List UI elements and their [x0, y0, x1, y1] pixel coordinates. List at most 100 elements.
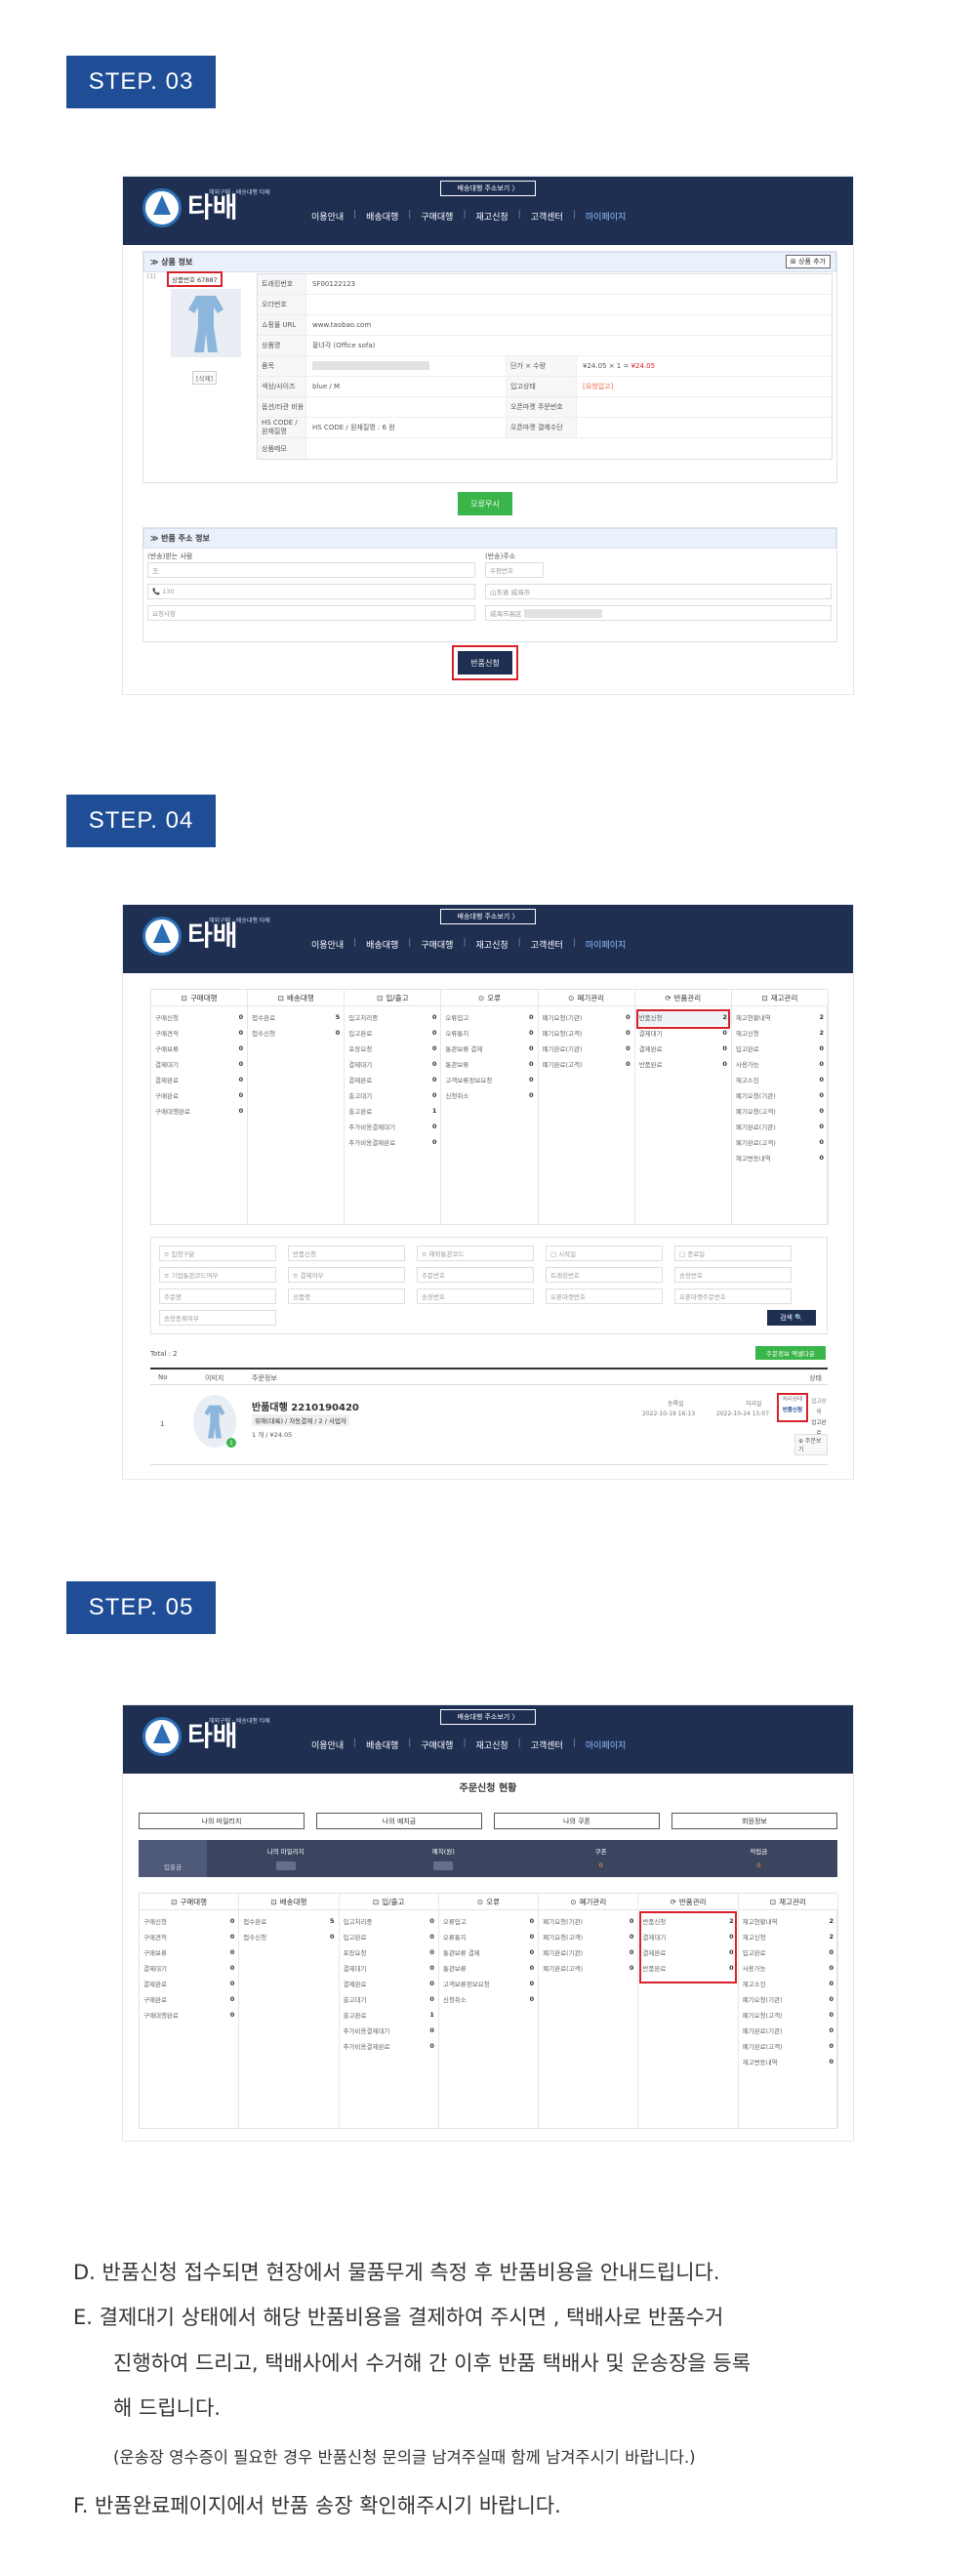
dashboard-item[interactable]: 결제대기 0 — [345, 1056, 440, 1072]
dashboard-column-header[interactable]: ⊡ 입/출고 — [339, 1894, 438, 1910]
dashboard-item[interactable]: 결제대기 0 — [638, 1929, 737, 1944]
dashboard-item[interactable]: 입고처리중 0 — [345, 1009, 440, 1025]
dashboard-item[interactable]: 구매보류 0 — [151, 1041, 247, 1056]
my-coupon-button[interactable]: 나의 쿠폰 — [494, 1813, 660, 1829]
dashboard-item[interactable]: 출고대기 0 — [340, 1991, 438, 2007]
dashboard-item[interactable]: 접수신청 0 — [239, 1929, 338, 1944]
filter-input[interactable]: 트래킹번호 — [546, 1267, 663, 1283]
dashboard-item[interactable]: 결제대기 0 — [151, 1056, 247, 1072]
dashboard-item[interactable]: 추가비용결제완료 0 — [340, 2038, 438, 2054]
dashboard-item[interactable]: 구매신청 0 — [151, 1009, 247, 1025]
dashboard-item[interactable]: 반품신청 2 — [634, 1009, 731, 1025]
dashboard-item[interactable]: 출고대기 0 — [345, 1087, 440, 1103]
filter-input[interactable]: 오픈마켓주문번호 — [674, 1288, 792, 1304]
dashboard-item[interactable]: 출고완료 1 — [345, 1103, 440, 1119]
member-info-button[interactable]: 회원정보 — [671, 1813, 837, 1829]
dashboard-item[interactable]: 입고완료 0 — [739, 1944, 837, 1960]
dashboard-item[interactable]: 통관보류 결제 0 — [441, 1041, 537, 1056]
dashboard-item[interactable]: 구매완료 0 — [151, 1087, 247, 1103]
dashboard-column-header[interactable]: ⊡ 재고관리 — [738, 1894, 837, 1910]
dashboard-item[interactable]: 고객보류정보요청 0 — [439, 1976, 538, 1991]
table-row[interactable]: 1 1 반품대행 2210190420 위해(대륙) / 자동결제 / 2 / … — [150, 1385, 828, 1465]
dashboard-item[interactable]: 입고완료 0 — [732, 1041, 828, 1056]
dashboard-item[interactable]: 오류통지 0 — [439, 1929, 538, 1944]
filter-input[interactable]: 주문번호 — [417, 1267, 534, 1283]
dashboard-item[interactable]: 구매완료 0 — [140, 1991, 238, 2007]
ignore-error-button[interactable]: 오류무시 — [458, 492, 512, 515]
dashboard-item[interactable]: 오류입고 0 — [439, 1913, 538, 1929]
dashboard-item[interactable]: 접수완료 5 — [248, 1009, 344, 1025]
filter-input[interactable]: □ 시작일 — [546, 1246, 663, 1261]
nav-mypage[interactable]: 마이페이지 — [576, 210, 635, 223]
return-address-input[interactable]: 山东省 威海市 — [485, 584, 832, 599]
dashboard-item[interactable]: 통관보류 0 — [441, 1056, 537, 1072]
dashboard-item[interactable]: 결제완료 0 — [340, 1976, 438, 1991]
dashboard-item[interactable]: 입고처리중 0 — [340, 1913, 438, 1929]
dashboard-item[interactable]: 폐기완료(고객) 0 — [539, 1960, 637, 1976]
dashboard-item[interactable]: 재고현황내역 2 — [739, 1913, 837, 1929]
dashboard-column-header[interactable]: ⊡ 입/출고 — [345, 990, 441, 1006]
dashboard-item[interactable]: 접수완료 5 — [239, 1913, 338, 1929]
excel-download-button[interactable]: 주문정보 엑셀다운 — [755, 1346, 826, 1360]
logo[interactable]: 타배 해외구매 · 배송대행 타배 — [142, 917, 270, 956]
nav-support[interactable]: 고객센터 — [521, 210, 573, 223]
dashboard-column-header[interactable]: ⊡ 구매대행 — [151, 990, 248, 1006]
filter-input[interactable]: ≡ 결제여부 — [288, 1267, 405, 1283]
dashboard-column-header[interactable]: ⟳ 반품관리 — [638, 1894, 738, 1910]
filter-input[interactable]: □ 종료일 — [674, 1246, 792, 1261]
my-deposit-button[interactable]: 나의 예치금 — [316, 1813, 482, 1829]
nav-purchase[interactable]: 구매대행 — [411, 210, 463, 223]
dashboard-item[interactable]: 폐기완료(기관) 0 — [539, 1944, 637, 1960]
filter-input[interactable]: 주문명 — [159, 1288, 276, 1304]
search-button[interactable]: 검색 🔍 — [767, 1310, 816, 1326]
dashboard-item[interactable]: 결제대기 0 — [340, 1960, 438, 1976]
filter-input[interactable]: ≡ 기업통관코드여부 — [159, 1267, 276, 1283]
dashboard-column-header[interactable]: ⊙ 폐기관리 — [539, 1894, 638, 1910]
return-memo-input[interactable]: 요청사항 — [147, 605, 475, 621]
logo[interactable]: 타배 해외구매 · 배송대행 타배 — [142, 1717, 270, 1756]
dashboard-item[interactable]: 폐기완료(고객) 0 — [732, 1134, 828, 1150]
image-delete-button[interactable]: [삭제] — [192, 371, 218, 385]
my-mileage-button[interactable]: 나의 마일리지 — [139, 1813, 305, 1829]
dashboard-item[interactable]: 추가비용결제대기 0 — [340, 2023, 438, 2038]
return-phone-input[interactable]: 📞 130 — [147, 584, 475, 599]
dashboard-item[interactable]: 재고신청 2 — [739, 1929, 837, 1944]
dashboard-item[interactable]: 재고현황내역 2 — [732, 1009, 828, 1025]
filter-input[interactable]: 송장번호 — [417, 1288, 534, 1304]
dashboard-item[interactable]: 결제대기 0 — [140, 1960, 238, 1976]
dashboard-column-header[interactable]: ⊡ 배송대행 — [239, 1894, 339, 1910]
dashboard-item[interactable]: 폐기요청(고객) 0 — [739, 2007, 837, 2023]
dashboard-item[interactable]: 폐기요청(기관) 0 — [539, 1009, 634, 1025]
address-button[interactable]: 배송대행 주소보기 〉 — [440, 1709, 536, 1725]
filter-input[interactable]: ≡ 해외통관코드 — [417, 1246, 534, 1261]
dashboard-item[interactable]: 폐기완료(고객) 0 — [739, 2038, 837, 2054]
dashboard-item[interactable]: 구매견적 0 — [140, 1929, 238, 1944]
nav-stock[interactable]: 재고신청 — [467, 210, 518, 223]
filter-input[interactable]: 오픈마켓번호 — [546, 1288, 663, 1304]
dashboard-item[interactable]: 폐기요청(고객) 0 — [539, 1025, 634, 1041]
dashboard-column-header[interactable]: ⊙ 폐기관리 — [538, 990, 634, 1006]
dashboard-column-header[interactable]: ⊙ 오류 — [441, 990, 538, 1006]
dashboard-item[interactable]: 결제완료 0 — [345, 1072, 440, 1087]
dashboard-item[interactable]: 결제완료 0 — [140, 1976, 238, 1991]
dashboard-item[interactable]: 폐기요청(기관) 0 — [739, 1991, 837, 2007]
dashboard-item[interactable]: 신청취소 0 — [441, 1087, 537, 1103]
dashboard-item[interactable]: 폐기요청(기관) 0 — [732, 1087, 828, 1103]
dashboard-item[interactable]: 반품신청 2 — [638, 1913, 737, 1929]
nav-shipping[interactable]: 배송대행 — [356, 210, 408, 223]
dashboard-item[interactable]: 통관보류 결제 0 — [439, 1944, 538, 1960]
dashboard-item[interactable]: 재고신청 2 — [732, 1025, 828, 1041]
dashboard-item[interactable]: 접수신청 0 — [248, 1025, 344, 1041]
dashboard-column-header[interactable]: ⊡ 배송대행 — [248, 990, 345, 1006]
return-submit-button[interactable]: 반품신청 — [458, 651, 512, 675]
address-button[interactable]: 배송대행 주소보기 〉 — [440, 909, 536, 924]
dashboard-item[interactable]: 구매신청 0 — [140, 1913, 238, 1929]
filter-input[interactable]: 상품명 — [288, 1288, 405, 1304]
dashboard-item[interactable]: 반품완료 0 — [638, 1960, 737, 1976]
dashboard-item[interactable]: 신청취소 0 — [439, 1991, 538, 2007]
return-name-input[interactable]: 王 — [147, 562, 475, 578]
dashboard-item[interactable]: 입고완료 0 — [345, 1025, 440, 1041]
dashboard-item[interactable]: 폐기완료(기관) 0 — [732, 1119, 828, 1134]
dashboard-item[interactable]: 폐기요청(기관) 0 — [539, 1913, 637, 1929]
dashboard-item[interactable]: 재고변동내역 0 — [739, 2054, 837, 2069]
